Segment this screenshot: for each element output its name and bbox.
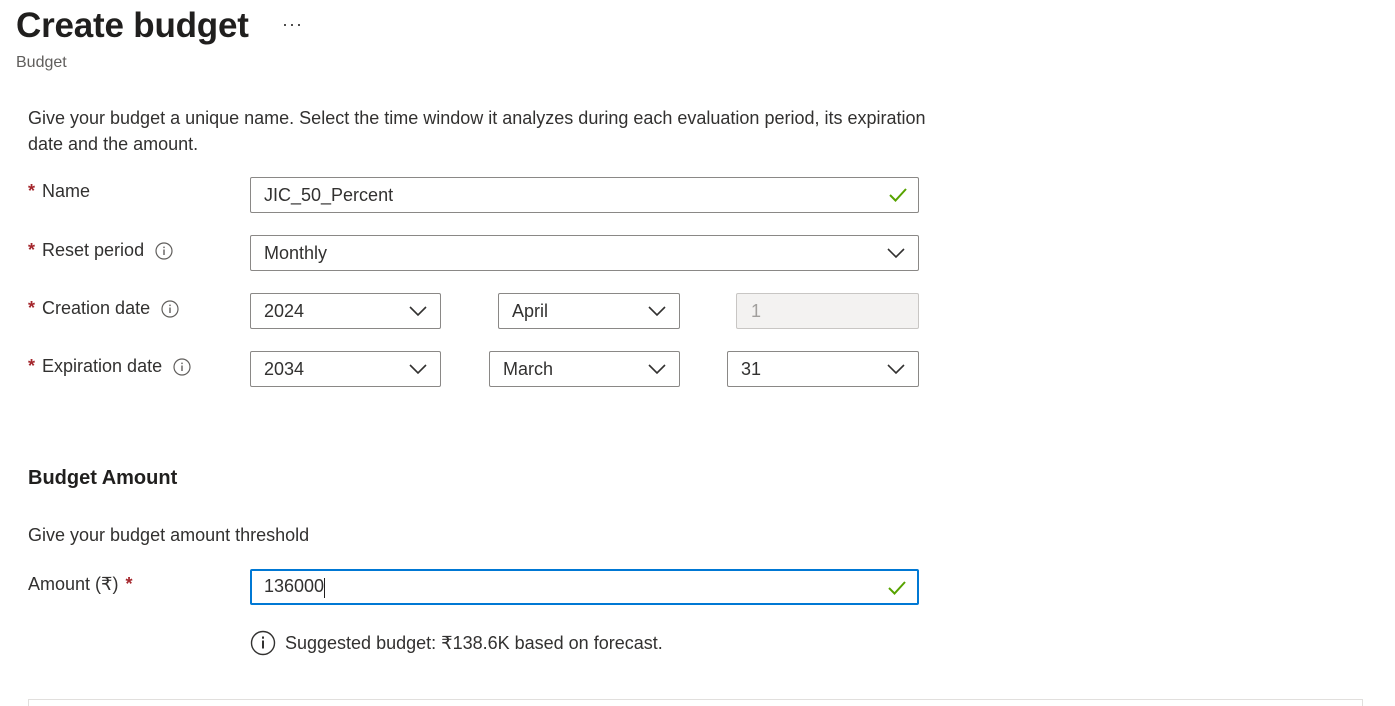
page-subtitle: Budget	[16, 54, 67, 71]
creation-day-value: 1	[751, 300, 762, 321]
text-cursor	[324, 577, 326, 598]
page-title: Create budget	[16, 6, 249, 45]
chevron-down-icon	[409, 364, 427, 375]
expiration-month-dropdown[interactable]: March	[489, 351, 680, 387]
suggested-budget-text: Suggested budget: ₹138.6K based on forec…	[285, 632, 663, 653]
info-icon[interactable]	[155, 241, 173, 260]
info-icon	[250, 630, 276, 656]
required-marker: *	[125, 574, 133, 594]
checkmark-icon	[889, 188, 907, 202]
create-budget-page: Create budget ··· Budget Give your budge…	[0, 0, 1395, 706]
reset-period-label: * Reset period	[28, 240, 173, 261]
amount-input-value-wrap: 136000	[264, 576, 917, 598]
name-label-text: Name	[42, 181, 91, 201]
expiration-year-dropdown[interactable]: 2034	[250, 351, 441, 387]
reset-period-label-text: Reset period	[42, 240, 145, 260]
chevron-down-icon	[648, 364, 666, 375]
creation-day-input: 1	[736, 293, 919, 329]
more-options-button[interactable]: ···	[282, 14, 303, 35]
intro-text: Give your budget a unique name. Select t…	[28, 108, 926, 154]
chevron-down-icon	[887, 364, 905, 375]
suggested-budget-hint: Suggested budget: ₹138.6K based on forec…	[250, 630, 663, 656]
info-icon[interactable]	[161, 299, 179, 318]
creation-date-label-text: Creation date	[42, 298, 151, 318]
expiration-date-label: * Expiration date	[28, 356, 191, 377]
required-marker: *	[28, 181, 36, 201]
required-marker: *	[28, 356, 36, 376]
chevron-down-icon	[648, 306, 666, 317]
info-icon[interactable]	[173, 357, 191, 376]
budget-amount-heading: Budget Amount	[28, 467, 178, 489]
amount-input-value: 136000	[264, 576, 325, 597]
creation-year-dropdown[interactable]: 2024	[250, 293, 441, 329]
reset-period-dropdown[interactable]: Monthly	[250, 235, 919, 271]
budget-amount-description: Give your budget amount threshold	[28, 525, 310, 545]
amount-label: Amount (₹) *	[28, 574, 133, 595]
reset-period-value: Monthly	[264, 242, 328, 263]
checkmark-icon	[888, 581, 906, 595]
chevron-down-icon	[409, 306, 427, 317]
expiration-date-label-text: Expiration date	[42, 356, 163, 376]
expiration-day-dropdown[interactable]: 31	[727, 351, 919, 387]
required-marker: *	[28, 240, 36, 260]
name-input[interactable]: JIC_50_Percent	[250, 177, 919, 213]
chevron-down-icon	[887, 248, 905, 259]
amount-label-text: Amount (₹)	[28, 574, 119, 594]
creation-month-dropdown[interactable]: April	[498, 293, 680, 329]
next-section-container	[28, 699, 1363, 706]
name-label: * Name	[28, 181, 90, 202]
required-marker: *	[28, 298, 36, 318]
name-input-value: JIC_50_Percent	[264, 184, 394, 205]
creation-date-label: * Creation date	[28, 298, 179, 319]
amount-input[interactable]: 136000	[250, 569, 919, 605]
